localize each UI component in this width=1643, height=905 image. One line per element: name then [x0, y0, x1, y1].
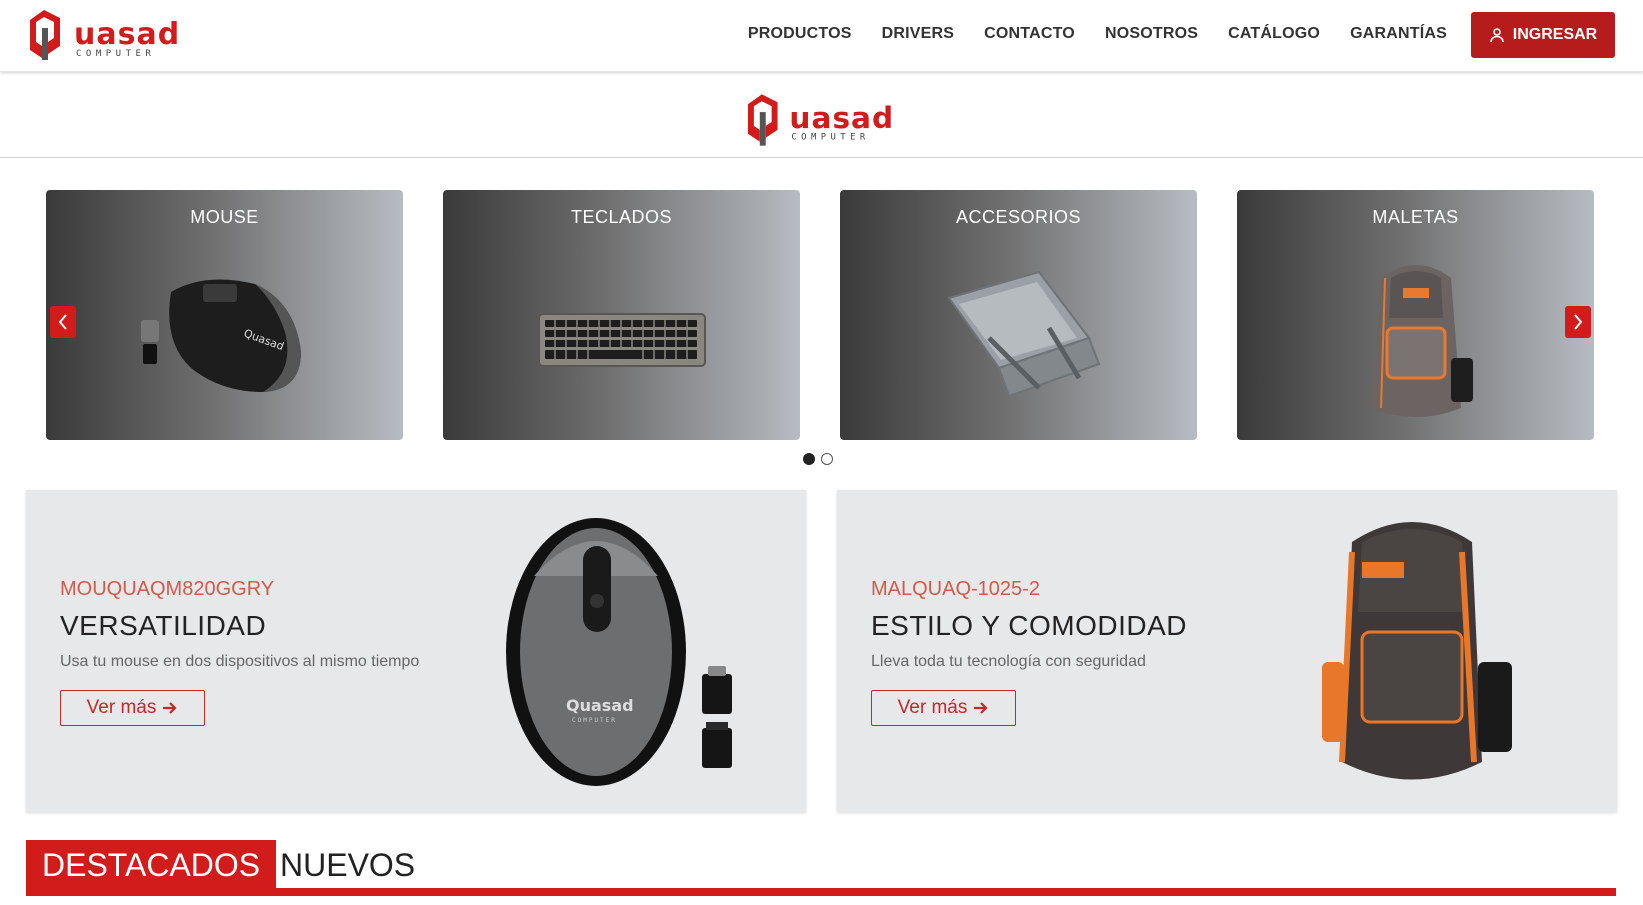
nav-productos[interactable]: PRODUCTOS	[748, 25, 852, 43]
quasad-logo-center: uasad COMPUTER	[747, 94, 894, 146]
nav-contacto[interactable]: CONTACTO	[984, 25, 1075, 43]
category-title: ACCESORIOS	[955, 207, 1082, 227]
keyboard-product-image	[537, 313, 706, 367]
nav-garantias[interactable]: GARANTÍAS	[1350, 25, 1447, 43]
promo-product-code: MALQUAQ-1025-2	[871, 578, 1040, 600]
arrow-right-icon	[163, 702, 177, 714]
chevron-left-icon	[58, 314, 67, 330]
promo-description: Usa tu mouse en dos dispositivos al mism…	[60, 653, 420, 670]
category-carousel: MOUSE Quasad TECLADOS ACCESORIOS MALETAS	[0, 190, 1643, 470]
svg-text:uasad: uasad	[789, 101, 894, 135]
carousel-prev-button[interactable]	[50, 306, 76, 338]
main-nav: PRODUCTOS DRIVERS CONTACTO NOSOTROS CATÁ…	[748, 0, 1447, 68]
laptop-stand-product-image	[946, 270, 1100, 398]
promo-title: VERSATILIDAD	[60, 610, 267, 641]
mouse-product-image: Quasad	[140, 279, 301, 392]
promo-description: Lleva toda tu tecnología con seguridad	[871, 653, 1146, 670]
ver-mas-label: Ver más	[86, 697, 157, 718]
promo-title: ESTILO Y COMODIDAD	[871, 610, 1188, 641]
ver-mas-button[interactable]: Ver más	[871, 690, 1016, 726]
category-card-teclados[interactable]: TECLADOS	[443, 190, 800, 440]
login-button[interactable]: INGRESAR	[1471, 12, 1615, 58]
carousel-dot-1[interactable]	[803, 453, 815, 465]
svg-text:uasad: uasad	[74, 17, 180, 52]
carousel-pagination	[803, 453, 833, 465]
chevron-right-icon	[1574, 314, 1583, 330]
product-tabs: DESTACADOS NUEVOS	[26, 840, 1616, 905]
tab-underline	[26, 888, 1616, 896]
promo-banner-mouse: MOUQUAQM820GGRY VERSATILIDAD Usa tu mous…	[26, 490, 806, 812]
user-icon	[1489, 28, 1504, 43]
ver-mas-button[interactable]: Ver más	[60, 690, 205, 726]
carousel-next-button[interactable]	[1565, 306, 1591, 338]
nav-nosotros[interactable]: NOSOTROS	[1105, 25, 1198, 43]
category-card-maletas[interactable]: MALETAS	[1237, 190, 1594, 440]
nav-catalogo[interactable]: CATÁLOGO	[1228, 25, 1320, 43]
carousel-dot-2[interactable]	[821, 453, 833, 465]
login-label: INGRESAR	[1512, 26, 1598, 43]
tab-nuevos[interactable]: NUEVOS	[264, 840, 431, 890]
category-title: MALETAS	[1372, 207, 1459, 227]
brand-banner: uasad COMPUTER	[0, 72, 1643, 158]
svg-text:COMPUTER: COMPUTER	[76, 49, 155, 59]
promo-product-code: MOUQUAQM820GGRY	[60, 578, 275, 600]
category-title: MOUSE	[190, 207, 259, 227]
wireless-mouse-image: Quasad COMPUTER	[506, 518, 732, 786]
svg-text:Quasad: Quasad	[566, 696, 634, 715]
ver-mas-label: Ver más	[897, 697, 968, 718]
quasad-logo[interactable]: uasad COMPUTER	[26, 6, 182, 64]
promo-banner-backpack: MALQUAQ-1025-2 ESTILO Y COMODIDAD Lleva …	[837, 490, 1617, 812]
top-navbar: uasad COMPUTER PRODUCTOS DRIVERS CONTACT…	[0, 0, 1643, 72]
arrow-right-icon	[974, 702, 988, 714]
tab-destacados[interactable]: DESTACADOS	[26, 840, 277, 890]
backpack-product-image	[1370, 265, 1473, 417]
svg-text:COMPUTER: COMPUTER	[791, 133, 869, 143]
category-card-mouse[interactable]: MOUSE Quasad	[46, 190, 403, 440]
category-card-accesorios[interactable]: ACCESORIOS	[840, 190, 1197, 440]
backpack-image	[1322, 522, 1512, 780]
category-title: TECLADOS	[570, 207, 673, 227]
nav-drivers[interactable]: DRIVERS	[882, 25, 955, 43]
svg-text:COMPUTER: COMPUTER	[572, 717, 617, 724]
